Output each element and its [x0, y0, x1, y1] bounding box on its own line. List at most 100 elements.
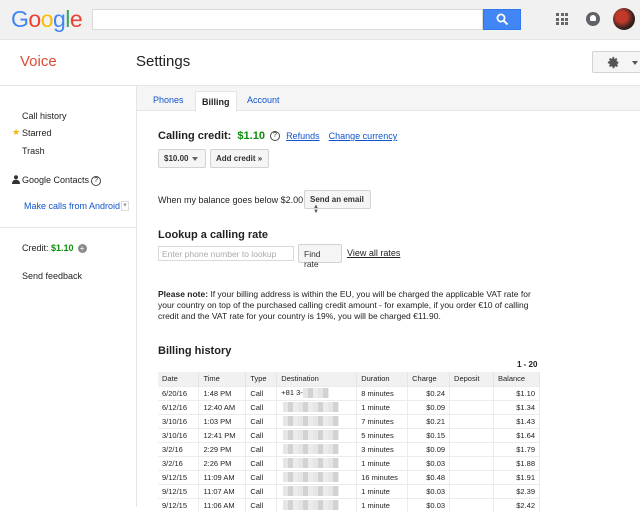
phone-lookup-input[interactable]: Enter phone number to lookup — [158, 246, 294, 261]
cell-deposit — [449, 483, 494, 498]
sidebar-item-call-history[interactable]: Call history — [22, 111, 67, 121]
destination-text: +81 3- — [281, 387, 303, 397]
redacted-number — [283, 444, 340, 454]
billing-history-title: Billing history — [158, 345, 232, 357]
cell-charge: $0.21 — [407, 413, 451, 428]
cell-balance: $2.39 — [493, 483, 541, 498]
cell-charge: $0.03 — [407, 455, 451, 470]
gear-icon — [607, 56, 619, 69]
sidebar-item-starred[interactable]: Starred — [22, 128, 52, 138]
table-header-row: Date Time Type Destination Duration Char… — [158, 372, 541, 386]
calling-credit-label: Calling credit: — [158, 130, 232, 142]
refunds-link[interactable]: Refunds — [286, 131, 320, 141]
table-row: 3/2/16 2:29 PM Call 3 minutes $0.09 $1.79 — [158, 441, 541, 456]
cell-destination: +81 3- — [276, 385, 358, 400]
cell-destination — [276, 441, 358, 456]
cell-deposit — [449, 413, 494, 428]
column-header[interactable]: Balance — [493, 372, 541, 386]
column-header[interactable]: Time — [198, 372, 247, 386]
cell-date: 6/12/16 — [158, 399, 200, 414]
chevron-down-icon — [632, 61, 638, 65]
cell-type: Call — [245, 455, 278, 470]
cell-duration: 1 minute — [356, 497, 409, 512]
redacted-number — [283, 486, 340, 496]
cell-duration: 7 minutes — [356, 413, 409, 428]
cell-charge: $0.48 — [407, 469, 451, 484]
add-credit-plus-icon[interactable]: + — [77, 244, 87, 254]
credit-amount-value: $10.00 — [164, 154, 189, 163]
column-header[interactable]: Date — [158, 372, 200, 386]
cell-balance: $1.88 — [493, 455, 541, 470]
column-header[interactable]: Duration — [356, 372, 409, 386]
tab-billing[interactable]: Billing — [195, 91, 237, 112]
settings-tabs: Phones Billing Account — [137, 86, 640, 112]
make-calls-android-link[interactable]: Make calls from Android — [24, 201, 120, 211]
column-header[interactable]: Charge — [407, 372, 451, 386]
send-feedback-link[interactable]: Send feedback — [22, 271, 82, 281]
help-icon[interactable]: ? — [91, 175, 102, 186]
chevron-down-icon[interactable]: ▾ — [121, 201, 129, 211]
balance-action-select[interactable]: Send an email▲ ▼ — [304, 190, 371, 215]
cell-destination — [276, 469, 358, 484]
cell-time: 2:29 PM — [198, 441, 247, 456]
search-button[interactable] — [483, 9, 521, 30]
google-logo[interactable]: Google — [11, 6, 83, 33]
column-header[interactable]: Type — [245, 372, 278, 386]
redacted-number — [283, 458, 340, 468]
cell-type: Call — [245, 469, 278, 484]
tab-phones[interactable]: Phones — [153, 95, 184, 105]
cell-duration: 1 minute — [356, 483, 409, 498]
cell-balance: $1.79 — [493, 441, 541, 456]
sidebar-item-trash[interactable]: Trash — [22, 146, 45, 156]
cell-balance: $1.64 — [493, 427, 541, 442]
redacted-number — [283, 430, 340, 440]
cell-duration: 3 minutes — [356, 441, 409, 456]
table-row: 6/12/16 12:40 AM Call 1 minute $0.09 $1.34 — [158, 399, 541, 414]
add-credit-button[interactable]: Add credit » — [210, 149, 269, 168]
cell-deposit — [449, 441, 494, 456]
table-row: 3/10/16 1:03 PM Call 7 minutes $0.21 $1.43 — [158, 413, 541, 428]
cell-balance: $1.43 — [493, 413, 541, 428]
apps-grid-icon[interactable] — [556, 13, 568, 25]
notifications-bell-icon[interactable] — [586, 12, 600, 26]
lookup-title: Lookup a calling rate — [158, 229, 269, 241]
settings-menu-button[interactable] — [592, 51, 640, 73]
cell-type: Call — [245, 427, 278, 442]
google-contacts-label: Google Contacts — [22, 175, 90, 185]
sidebar: Call history ★ Starred Trash Google Cont… — [0, 86, 136, 507]
redacted-number — [283, 472, 340, 482]
cell-charge: $0.09 — [407, 399, 451, 414]
cell-charge: $0.09 — [407, 441, 451, 456]
search-input[interactable] — [92, 9, 483, 30]
cell-date: 9/12/15 — [158, 483, 200, 498]
page-title: Settings — [136, 53, 191, 70]
cell-deposit — [449, 469, 494, 484]
column-header[interactable]: Destination — [276, 372, 358, 386]
help-icon[interactable]: ? — [270, 131, 280, 142]
app-name[interactable]: Voice — [20, 53, 57, 70]
credit-amount-select[interactable]: $10.00 — [158, 149, 206, 168]
cell-duration: 5 minutes — [356, 427, 409, 442]
cell-deposit — [449, 455, 494, 470]
search-icon — [496, 13, 509, 26]
avatar[interactable] — [613, 8, 635, 30]
table-row: 9/12/15 11:06 AM Call 1 minute $0.03 $2.42 — [158, 497, 541, 512]
sidebar-credit: Credit: $1.10 + — [22, 243, 87, 254]
cell-balance: $1.34 — [493, 399, 541, 414]
sidebar-item-google-contacts[interactable]: Google Contacts? — [22, 175, 102, 186]
vat-note: Please note: If your billing address is … — [158, 289, 538, 322]
redacted-number — [302, 388, 329, 398]
find-rate-button[interactable]: Find rate — [298, 244, 342, 269]
view-all-rates-link[interactable]: View all rates — [347, 248, 400, 258]
cell-destination — [276, 427, 358, 442]
tab-account[interactable]: Account — [247, 95, 280, 105]
change-currency-link[interactable]: Change currency — [329, 131, 398, 141]
divider — [0, 227, 136, 228]
column-header[interactable]: Deposit — [449, 372, 494, 386]
table-row: 9/12/15 11:09 AM Call 16 minutes $0.48 $1.91 — [158, 469, 541, 484]
cell-time: 11:09 AM — [198, 469, 247, 484]
settings-content: Phones Billing Account Calling credit: $… — [136, 86, 640, 512]
logo-letter: G — [11, 6, 29, 32]
cell-type: Call — [245, 399, 278, 414]
redacted-number — [283, 500, 340, 511]
